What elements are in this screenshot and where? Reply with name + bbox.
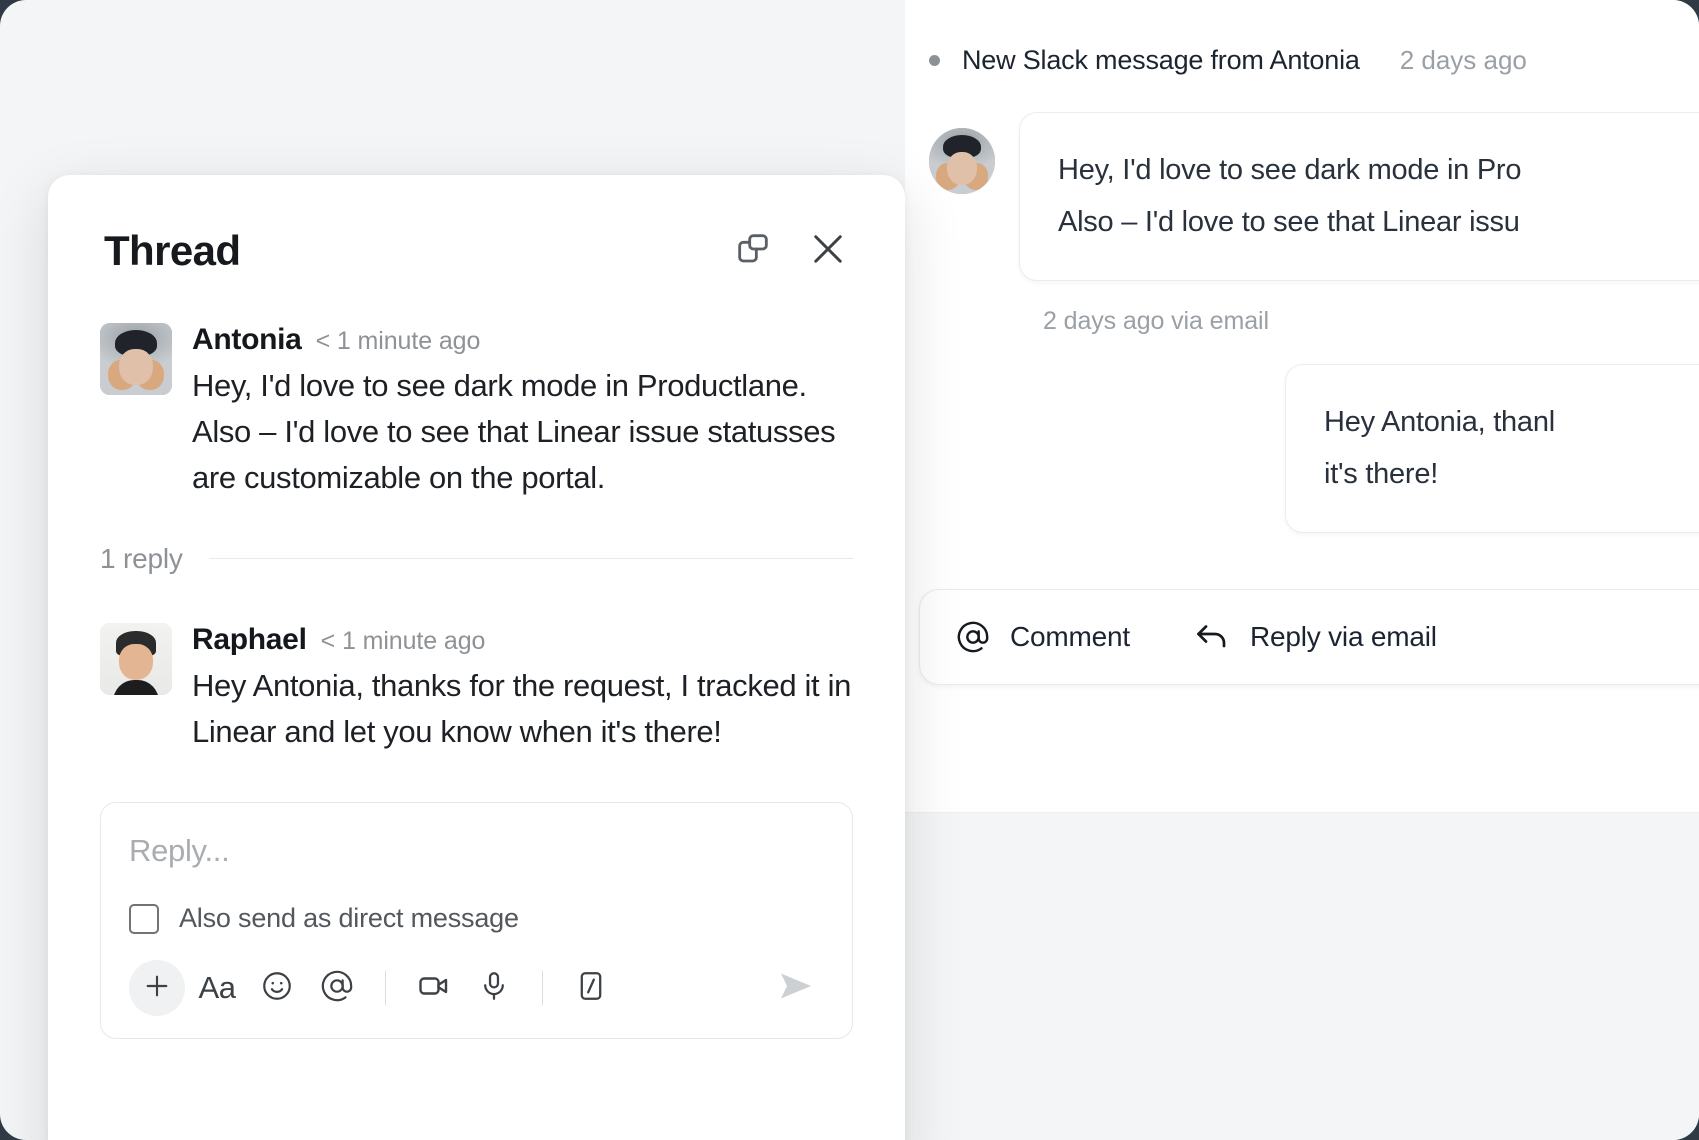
notification-title: New Slack message from Antonia: [962, 44, 1360, 75]
message-timestamp: < 1 minute ago: [320, 626, 486, 655]
direct-message-label: Also send as direct message: [179, 903, 519, 934]
video-button[interactable]: [406, 960, 462, 1016]
copy-icon: [733, 229, 773, 274]
thread-body: Antonia < 1 minute ago Hey, I'd love to …: [48, 323, 905, 1040]
message-line: it's there!: [1324, 457, 1439, 490]
panel-divider: [905, 812, 1699, 813]
thread-header: Thread: [48, 175, 905, 275]
notification-header[interactable]: New Slack message from Antonia 2 days ag…: [905, 0, 1699, 80]
message-text: Hey Antonia, thanks for the request, I t…: [192, 667, 852, 749]
thread-reply-message: Raphael < 1 minute ago Hey Antonia, than…: [100, 622, 853, 755]
message-line: Hey, I'd love to see dark mode in Pro: [1058, 154, 1522, 186]
message-author: Antonia: [192, 323, 302, 356]
microphone-button[interactable]: [466, 960, 522, 1016]
reply-separator: 1 reply: [100, 543, 853, 575]
thread-root-message: Antonia < 1 minute ago Hey, I'd love to …: [100, 323, 853, 501]
plus-icon: [141, 970, 173, 1007]
thread-title: Thread: [104, 227, 241, 274]
message-group-outgoing: Hey Antonia, thanl it's there!: [905, 364, 1699, 534]
message-timestamp: < 1 minute ago: [315, 327, 481, 355]
message-group-incoming: Hey, I'd love to see dark mode in Pro Al…: [905, 112, 1699, 336]
slash-command-button[interactable]: [563, 960, 619, 1016]
composer-toolbar: Aa: [129, 960, 824, 1017]
duplicate-button[interactable]: [733, 229, 773, 274]
message-row: Hey Antonia, thanl it's there!: [929, 364, 1699, 534]
microphone-icon: [477, 969, 511, 1008]
message-bubble: Hey, I'd love to see dark mode in Pro Al…: [1019, 112, 1699, 282]
video-icon: [416, 968, 452, 1009]
divider-line: [208, 558, 853, 560]
mention-icon: [320, 969, 354, 1008]
reply-via-email-label: Reply via email: [1249, 621, 1437, 653]
send-icon: [776, 966, 816, 1011]
avatar: [929, 128, 995, 194]
at-sign-icon: [956, 620, 990, 654]
message-text: Hey, I'd love to see dark mode in Produc…: [192, 368, 836, 495]
toolbar-divider: [385, 971, 386, 1006]
unread-dot-icon: [929, 54, 940, 66]
slash-command-icon: [574, 969, 608, 1008]
reply-via-email-button[interactable]: Reply via email: [1194, 621, 1437, 653]
message-bubble: Hey Antonia, thanl it's there!: [1285, 364, 1699, 534]
message-line: Hey Antonia, thanl: [1324, 406, 1555, 439]
notification-timestamp: 2 days ago: [1399, 44, 1527, 75]
panel-lower-background: [905, 813, 1699, 1140]
avatar: [100, 323, 172, 395]
reply-count-label: 1 reply: [100, 542, 183, 574]
close-icon: [807, 228, 849, 275]
message-author: Raphael: [192, 622, 307, 656]
close-button[interactable]: [807, 228, 849, 275]
app-frame: New Slack message from Antonia 2 days ag…: [0, 0, 1699, 1140]
reply-input[interactable]: Reply...: [129, 833, 824, 869]
toolbar-divider: [542, 971, 543, 1006]
avatar: [100, 622, 172, 695]
text-format-icon: Aa: [198, 970, 236, 1006]
thread-panel: Thread Antonia < 1 minute ago Hey, I'd l…: [48, 175, 905, 1140]
comment-button[interactable]: Comment: [956, 620, 1130, 654]
add-attachment-button[interactable]: [129, 960, 185, 1017]
conversation-panel: New Slack message from Antonia 2 days ag…: [905, 0, 1699, 1140]
direct-message-option[interactable]: Also send as direct message: [129, 903, 824, 934]
reply-composer[interactable]: Reply... Also send as direct message Aa: [100, 802, 853, 1040]
reply-arrow-icon: [1194, 622, 1230, 652]
message-action-bar: Comment Reply via email: [919, 589, 1699, 686]
comment-label: Comment: [1010, 621, 1130, 653]
text-format-button[interactable]: Aa: [189, 960, 245, 1016]
emoji-icon: [260, 969, 294, 1008]
message-line: Also – I'd love to see that Linear issu: [1058, 205, 1520, 238]
send-button[interactable]: [768, 960, 824, 1016]
mention-button[interactable]: [309, 960, 365, 1016]
message-meta: 2 days ago via email: [1043, 307, 1269, 336]
direct-message-checkbox[interactable]: [129, 903, 159, 934]
emoji-button[interactable]: [249, 960, 305, 1016]
message-row: Hey, I'd love to see dark mode in Pro Al…: [929, 112, 1699, 282]
